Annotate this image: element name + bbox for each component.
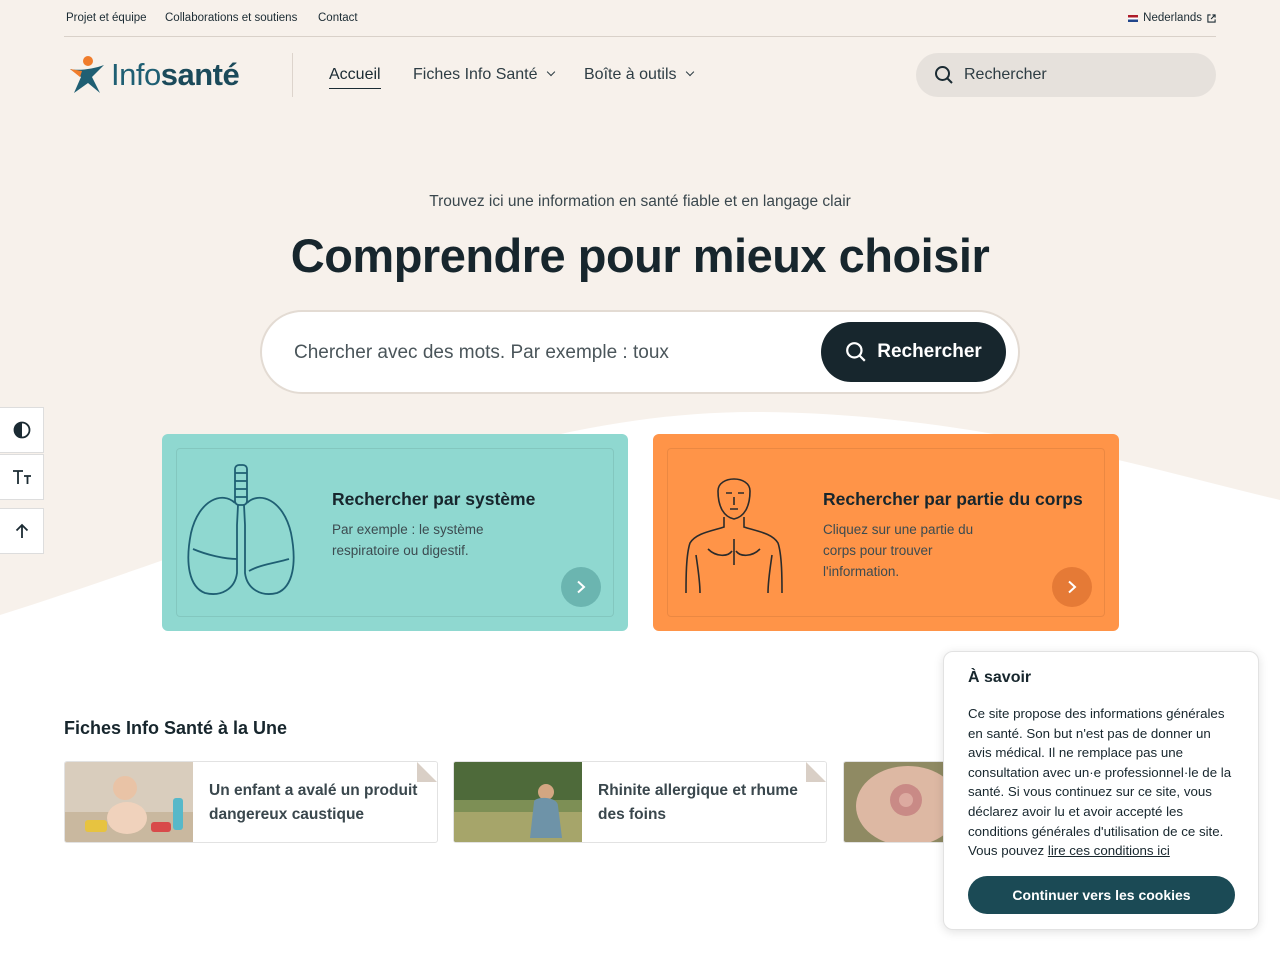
logo-text: Infosanté (111, 57, 240, 92)
card-text: Cliquez sur une partie du corps pour tro… (823, 522, 974, 579)
corner-fold (417, 762, 437, 782)
hero-search-button[interactable]: Rechercher (821, 322, 1006, 382)
notice-conditions-link[interactable]: lire ces conditions ici (1048, 843, 1170, 858)
language-label: Nederlands (1143, 12, 1202, 24)
search-icon (846, 342, 866, 362)
hero-title: Comprendre pour mieux choisir (290, 229, 990, 282)
search-icon (935, 66, 953, 84)
card-title: Rechercher par système (332, 489, 536, 509)
chevron-right-icon (577, 580, 586, 594)
nav-accueil[interactable]: Accueil (329, 66, 381, 89)
lungs-icon (187, 464, 295, 595)
text-size-icon (12, 470, 31, 484)
chevron-right-icon (1068, 580, 1077, 594)
card-text: Par exemple : le système respiratoire ou… (332, 522, 484, 558)
hero-kicker: Trouvez ici une information en santé fia… (429, 193, 851, 210)
utility-link-collaborations[interactable]: Collaborations et soutiens (165, 12, 297, 24)
featured-item[interactable]: Rhinite allergique et rhume des foins (453, 761, 827, 843)
hero-search-button-label: Rechercher (877, 341, 982, 362)
site-logo[interactable]: Infosanté (68, 54, 240, 96)
body-torso-icon (685, 478, 783, 594)
back-to-top-button[interactable] (0, 508, 44, 554)
contrast-toggle[interactable] (0, 407, 44, 453)
logo-figure-icon (70, 56, 104, 93)
language-switch[interactable]: Nederlands (1128, 12, 1216, 24)
header-search-placeholder: Rechercher (964, 66, 1047, 83)
arrow-up-icon (15, 523, 28, 538)
card-inner: Rechercher par système Par exemple : le … (176, 448, 614, 617)
featured-item-image (844, 762, 953, 842)
header-search-input[interactable]: Rechercher (916, 53, 1216, 97)
external-link-icon (1207, 13, 1216, 23)
featured-section-title: Fiches Info Santé à la Une (64, 718, 288, 738)
featured-item[interactable] (843, 761, 953, 843)
featured-item-title: Rhinite allergique et rhume des foins (598, 782, 798, 823)
featured-item-image (454, 762, 582, 842)
notice-body: Ce site propose des informations général… (968, 706, 1232, 859)
card-arrow-button[interactable] (1052, 567, 1092, 607)
card-inner: Rechercher par partie du corps Cliquez s… (667, 448, 1105, 617)
utility-bar: Projet et équipe Collaborations et souti… (64, 0, 1216, 37)
featured-item-title: Un enfant a avalé un produit dangereux c… (209, 782, 418, 823)
nav-fiches[interactable]: Fiches Info Santé (413, 66, 555, 84)
header-divider (292, 53, 293, 97)
chevron-down-icon (546, 67, 555, 77)
utility-link-contact[interactable]: Contact (318, 12, 358, 24)
card-search-by-system[interactable]: Rechercher par système Par exemple : le … (162, 434, 628, 631)
flag-nl-icon (1128, 14, 1139, 22)
hero-search-input[interactable]: Chercher avec des mots. Par exemple : to… (260, 310, 1020, 394)
chevron-down-icon (685, 67, 694, 77)
featured-item-image (65, 762, 193, 842)
contrast-icon (13, 421, 30, 439)
continue-cookies-button[interactable]: Continuer vers les cookies (968, 876, 1235, 914)
card-search-by-body-part[interactable]: Rechercher par partie du corps Cliquez s… (653, 434, 1119, 631)
nav-boite[interactable]: Boîte à outils (584, 66, 694, 84)
utility-link-projet[interactable]: Projet et équipe (66, 12, 147, 24)
card-title: Rechercher par partie du corps (823, 489, 1083, 509)
notice-title: À savoir (968, 669, 1032, 686)
featured-item[interactable]: Un enfant a avalé un produit dangereux c… (64, 761, 438, 843)
info-notice-dialog: À savoir Ce site propose des information… (943, 651, 1259, 930)
hero-search-placeholder: Chercher avec des mots. Par exemple : to… (294, 342, 669, 363)
corner-fold (806, 762, 826, 782)
text-size-toggle[interactable] (0, 454, 44, 500)
card-arrow-button[interactable] (561, 567, 601, 607)
